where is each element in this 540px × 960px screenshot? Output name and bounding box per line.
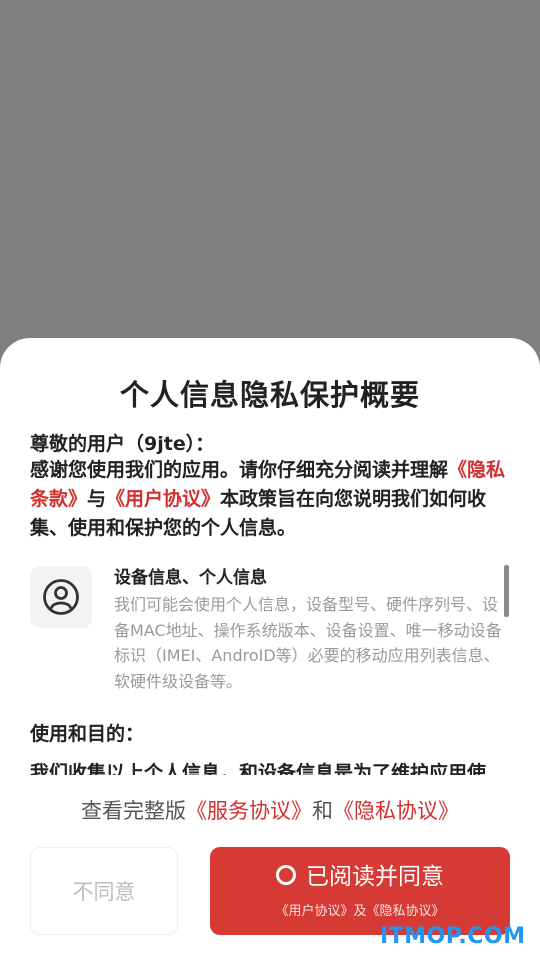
intro-part1: 感谢您使用我们的应用。请你仔细充分阅读并理解	[30, 459, 449, 481]
device-info-item: 设备信息、个人信息 我们可能会使用个人信息，设备型号、硬件序列号、设备MAC地址…	[30, 566, 510, 696]
user-agreement-link[interactable]: 《用户协议》	[106, 488, 220, 510]
info-item-description: 我们可能会使用个人信息，设备型号、硬件序列号、设备MAC地址、操作系统版本、设备…	[114, 595, 502, 691]
agree-label: 已阅读并同意	[306, 864, 444, 890]
full-version-line: 查看完整版《服务协议》和《隐私协议》	[0, 795, 540, 825]
section-title: 使用和目的：	[30, 723, 145, 745]
intro-part2: 与	[87, 488, 107, 510]
full-version-prefix: 查看完整版	[81, 799, 186, 823]
info-item-title: 设备信息、个人信息	[114, 568, 267, 588]
greeting-text: 尊敬的用户（9jte）：	[30, 433, 215, 455]
disagree-button[interactable]: 不同意	[30, 847, 178, 935]
dialog-title: 个人信息隐私保护概要	[119, 378, 420, 412]
radio-circle-icon	[276, 864, 296, 885]
service-agreement-link[interactable]: 《服务协议》	[186, 799, 312, 823]
user-circle-icon	[30, 566, 92, 628]
agree-label-row: 已阅读并同意	[210, 861, 510, 893]
agree-sub-label: 《用户协议》及《隐私协议》	[275, 904, 445, 919]
clipped-text: 我们收集以上个人信息，和设备信息是为了维护应用使	[30, 762, 487, 775]
intro-text: 感谢您使用我们的应用。请你仔细充分阅读并理解《隐私条款》与《用户协议》本政策旨在…	[30, 456, 520, 543]
full-version-and: 和	[312, 799, 333, 823]
watermark-logo: ITMOP.COM	[380, 924, 526, 949]
agree-button[interactable]: 已阅读并同意 《用户协议》及《隐私协议》	[210, 847, 510, 935]
scrollbar-thumb[interactable]	[504, 565, 509, 617]
privacy-agreement-link[interactable]: 《隐私协议》	[333, 799, 459, 823]
clipped-content: 我们收集以上个人信息，和设备信息是为了维护应用使	[30, 760, 520, 775]
